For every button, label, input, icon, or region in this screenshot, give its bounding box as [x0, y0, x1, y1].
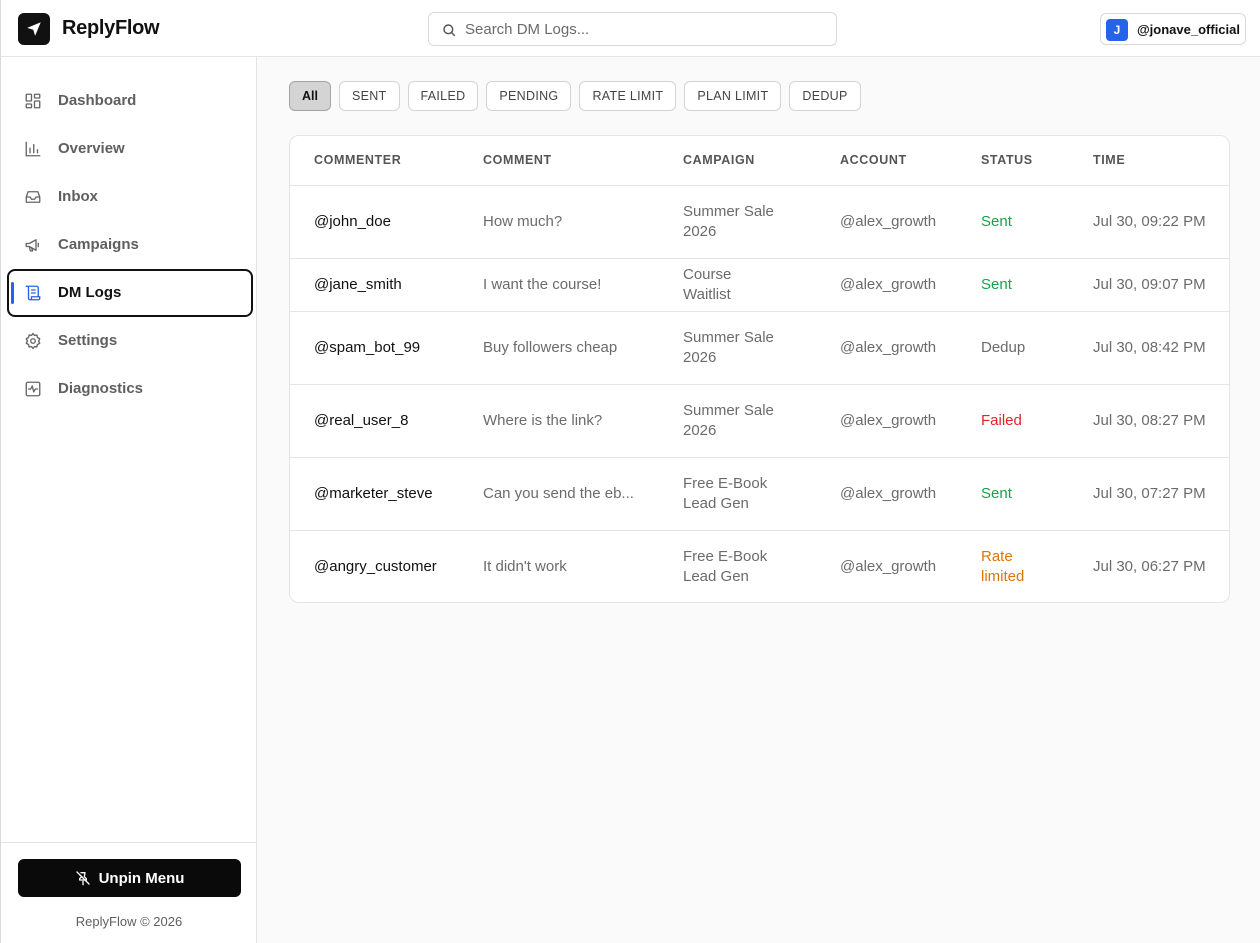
table-row[interactable]: @marketer_steve Can you send the eb... F…	[290, 457, 1229, 531]
comment-cell: Where is the link?	[459, 384, 659, 458]
sidebar-item-label: DM Logs	[58, 284, 122, 301]
copyright-text: ReplyFlow © 2026	[75, 914, 183, 929]
avatar: J	[1106, 19, 1128, 41]
time-cell: Jul 30, 09:07 PM	[1069, 258, 1229, 312]
time-cell: Jul 30, 06:27 PM	[1093, 557, 1206, 575]
active-indicator	[11, 282, 14, 304]
comment-cell: I want the course!	[459, 258, 659, 312]
app-name: ReplyFlow	[62, 17, 160, 39]
status-cell: Dedup	[957, 311, 1069, 385]
campaign-cell: Summer Sale 2026	[659, 185, 816, 259]
column-header-comment[interactable]: COMMENT	[459, 136, 659, 186]
sidebar-item-label: Inbox	[58, 188, 98, 205]
main-content: All SENT FAILED PENDING RATE LIMIT PLAN …	[257, 57, 1260, 943]
column-header-commenter[interactable]: COMMENTER	[290, 136, 459, 186]
column-header-time[interactable]: TIME	[1069, 136, 1229, 186]
pin-off-icon	[75, 871, 90, 886]
sidebar-item-label: Diagnostics	[58, 380, 144, 397]
sidebar-item-label: Overview	[58, 140, 125, 157]
time-cell: Jul 30, 08:42 PM	[1069, 311, 1229, 385]
sidebar-item-settings[interactable]: Settings	[7, 317, 253, 365]
filter-rate-limit[interactable]: RATE LIMIT	[579, 81, 677, 111]
sidebar-item-campaigns[interactable]: Campaigns	[7, 221, 253, 269]
comment-cell: How much?	[459, 185, 659, 259]
commenter-cell: @jane_smith	[290, 258, 459, 312]
comment-cell: Can you send the eb...	[459, 457, 659, 531]
send-arrow-icon	[27, 22, 41, 36]
status-cell: Rate limited	[981, 547, 1025, 585]
unpin-menu-button[interactable]: Unpin Menu	[18, 859, 241, 897]
time-cell: Jul 30, 09:22 PM	[1069, 185, 1229, 259]
account-cell: @alex_growth	[816, 384, 957, 458]
commenter-cell: @marketer_steve	[290, 457, 459, 531]
account-cell: @alex_growth	[840, 557, 937, 575]
commenter-cell: @angry_customer	[314, 557, 437, 575]
status-filter-bar: All SENT FAILED PENDING RATE LIMIT PLAN …	[289, 81, 861, 111]
search-box[interactable]	[428, 12, 837, 46]
table-row[interactable]: @jane_smith I want the course! Course Wa…	[290, 258, 1229, 312]
table-row[interactable]: @real_user_8 Where is the link? Summer S…	[290, 384, 1229, 458]
scroll-icon	[25, 285, 41, 301]
column-header-account[interactable]: ACCOUNT	[816, 136, 957, 186]
dashboard-icon	[25, 93, 41, 109]
filter-dedup[interactable]: DEDUP	[789, 81, 861, 111]
account-cell: @alex_growth	[816, 258, 957, 312]
comment-cell: Buy followers cheap	[459, 311, 659, 385]
table-header-row: COMMENTER COMMENT CAMPAIGN ACCOUNT STATU…	[290, 136, 1229, 186]
account-handle: @jonave_official	[1137, 22, 1240, 37]
app-logo[interactable]	[18, 13, 50, 45]
commenter-cell: @real_user_8	[290, 384, 459, 458]
megaphone-icon	[25, 239, 39, 252]
filter-pending[interactable]: PENDING	[486, 81, 572, 111]
campaign-cell: Free E-Book Lead Gen	[659, 457, 816, 531]
dm-logs-table-card: COMMENTER COMMENT CAMPAIGN ACCOUNT STATU…	[289, 135, 1230, 603]
table-row[interactable]: @spam_bot_99 Buy followers cheap Summer …	[290, 311, 1229, 385]
time-cell: Jul 30, 08:27 PM	[1069, 384, 1229, 458]
sidebar: Dashboard Overview Inbox Campaigns DM Lo…	[0, 57, 257, 943]
sidebar-item-dashboard[interactable]: Dashboard	[7, 77, 253, 125]
column-header-campaign[interactable]: CAMPAIGN	[659, 136, 816, 186]
top-header: ReplyFlow J @jonave_official	[0, 0, 1260, 57]
sidebar-item-inbox[interactable]: Inbox	[7, 173, 253, 221]
status-cell: Sent	[957, 457, 1069, 531]
sidebar-divider	[1, 842, 257, 843]
filter-failed[interactable]: FAILED	[407, 81, 479, 111]
campaign-cell: Summer Sale 2026	[659, 384, 816, 458]
commenter-cell: @spam_bot_99	[290, 311, 459, 385]
filter-plan-limit[interactable]: PLAN LIMIT	[684, 81, 782, 111]
inbox-icon	[25, 191, 41, 203]
account-switcher[interactable]: J @jonave_official	[1100, 13, 1246, 45]
dm-logs-table: COMMENTER COMMENT CAMPAIGN ACCOUNT STATU…	[290, 136, 1229, 602]
bar-chart-icon	[25, 141, 41, 157]
account-cell: @alex_growth	[816, 457, 957, 531]
account-cell: @alex_growth	[816, 311, 957, 385]
column-header-status[interactable]: STATUS	[957, 136, 1069, 186]
comment-cell: It didn't work	[483, 557, 567, 575]
sidebar-item-label: Dashboard	[58, 92, 137, 109]
unpin-menu-label: Unpin Menu	[98, 869, 185, 887]
commenter-cell: @john_doe	[290, 185, 459, 259]
sidebar-item-label: Settings	[58, 332, 118, 349]
sidebar-item-overview[interactable]: Overview	[7, 125, 253, 173]
campaign-cell: Course Waitlist	[659, 258, 816, 312]
gear-icon	[25, 332, 41, 350]
sidebar-item-label: Campaigns	[58, 236, 139, 253]
search-icon	[443, 24, 456, 37]
filter-all[interactable]: All	[289, 81, 331, 111]
account-cell: @alex_growth	[816, 185, 957, 259]
status-cell: Sent	[957, 258, 1069, 312]
table-row[interactable]: @john_doe How much? Summer Sale 2026 @al…	[290, 185, 1229, 259]
time-cell: Jul 30, 07:27 PM	[1069, 457, 1229, 531]
status-cell: Failed	[957, 384, 1069, 458]
search-input[interactable]	[465, 13, 825, 45]
filter-sent[interactable]: SENT	[338, 81, 400, 111]
campaign-cell: Summer Sale 2026	[659, 311, 816, 385]
sidebar-item-dm-logs[interactable]: DM Logs	[7, 269, 253, 317]
activity-icon	[25, 381, 41, 397]
status-cell: Sent	[957, 185, 1069, 259]
table-row[interactable]: @angry_customer It didn't work Free E-Bo…	[290, 530, 1229, 602]
campaign-cell: Free E-Book Lead Gen	[683, 547, 768, 585]
sidebar-item-diagnostics[interactable]: Diagnostics	[7, 365, 253, 413]
